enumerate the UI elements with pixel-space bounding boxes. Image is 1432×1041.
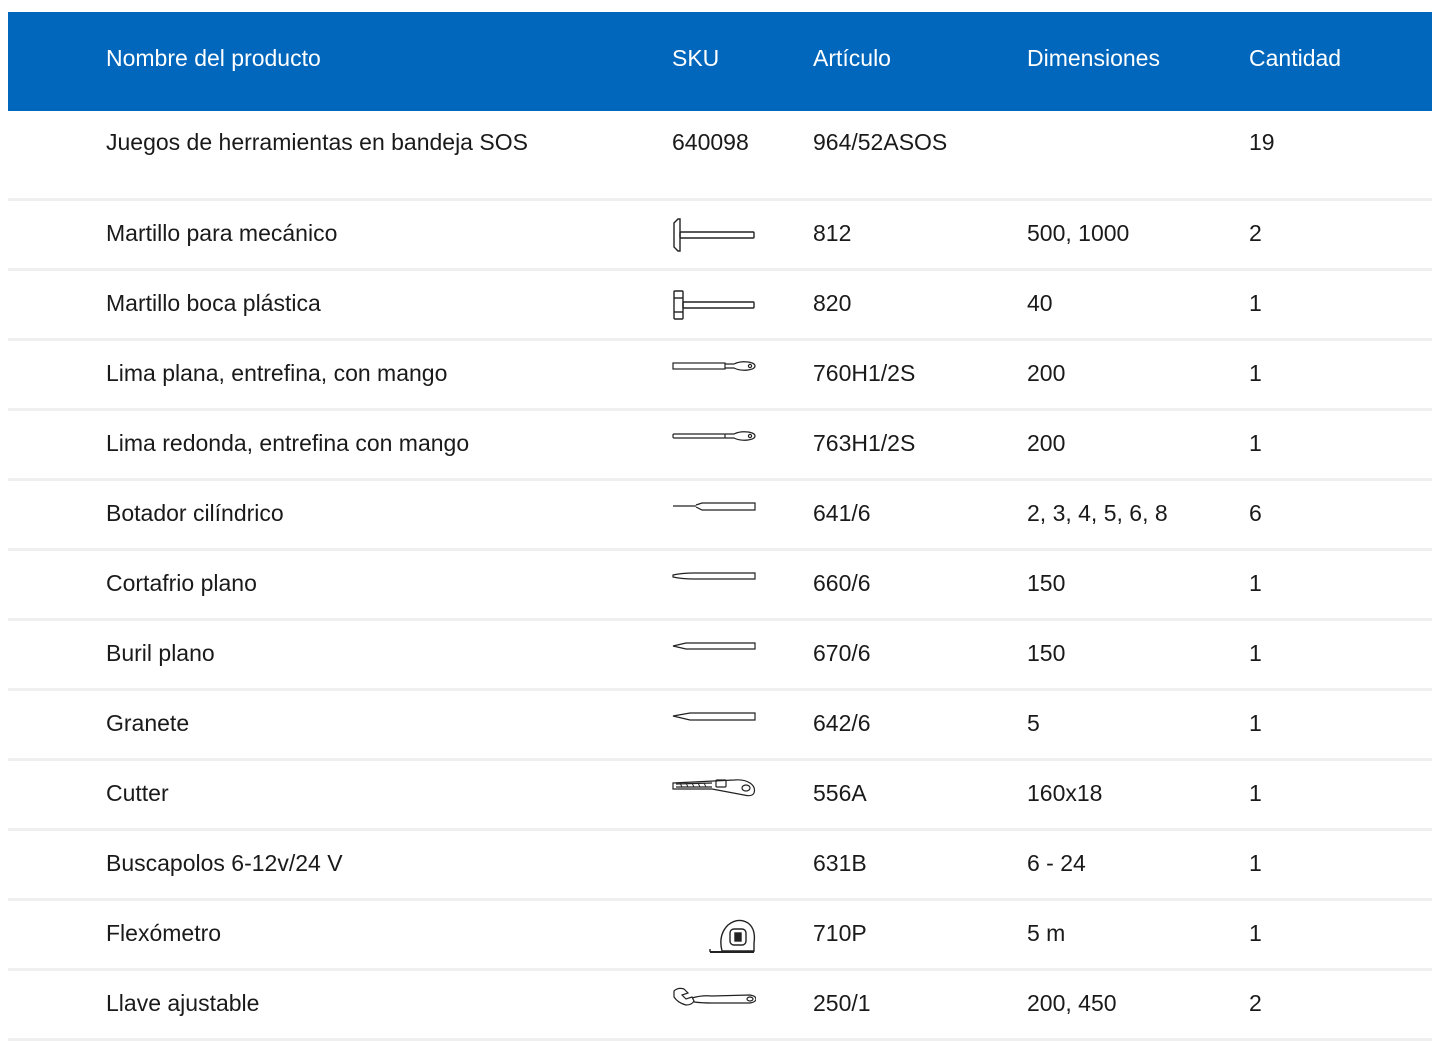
table-row: Martillo boca plástica 820 40 1	[8, 271, 1432, 341]
quantity-cell: 1	[1249, 430, 1262, 456]
pin-punch-icon	[672, 495, 756, 535]
article-cell: 760H1/2S	[813, 360, 916, 386]
adjustable-wrench-icon	[672, 985, 756, 1025]
sku-cell: 640098	[672, 129, 749, 155]
dimensions-cell: 160x18	[1027, 780, 1103, 806]
quantity-cell: 1	[1249, 570, 1262, 596]
header-product-name[interactable]: Nombre del producto	[106, 12, 321, 111]
table-row: Cutter 556A 160x18 1	[8, 761, 1432, 831]
dimensions-cell: 6 - 24	[1027, 850, 1086, 876]
product-name-cell: Martillo boca plástica	[106, 290, 321, 316]
product-name-cell: Botador cilíndrico	[106, 500, 284, 526]
header-quantity[interactable]: Cantidad	[1249, 12, 1341, 111]
product-name-cell: Cortafrio plano	[106, 570, 257, 596]
quantity-cell: 1	[1249, 360, 1262, 386]
table-row: Buscapolos 6-12v/24 V 631B 6 - 24 1	[8, 831, 1432, 901]
dimensions-cell: 40	[1027, 290, 1053, 316]
article-cell: 556A	[813, 780, 867, 806]
round-file-icon	[672, 425, 756, 465]
quantity-cell: 19	[1249, 129, 1275, 155]
table-row: Lima plana, entrefina, con mango 760H1/2S…	[8, 341, 1432, 411]
cutter-knife-icon	[672, 775, 756, 815]
table-row: Granete 642/6 5 1	[8, 691, 1432, 761]
dimensions-cell: 200	[1027, 430, 1066, 456]
dimensions-cell: 5	[1027, 710, 1040, 736]
product-name-cell: Flexómetro	[106, 920, 222, 946]
article-cell: 641/6	[813, 500, 871, 526]
dimensions-cell: 150	[1027, 570, 1066, 596]
plastic-mallet-icon	[672, 285, 756, 325]
table-row: Flexómetro 710P 5 m 1	[8, 901, 1432, 971]
product-table: Nombre del producto SKU Artículo Dimensi…	[8, 12, 1432, 1041]
article-cell: 660/6	[813, 570, 871, 596]
product-name-cell: Buril plano	[106, 640, 215, 666]
product-name-cell: Llave ajustable	[106, 990, 260, 1016]
product-name-cell: Granete	[106, 710, 190, 736]
table-header: Nombre del producto SKU Artículo Dimensi…	[8, 12, 1432, 111]
quantity-cell: 2	[1249, 220, 1262, 246]
dimensions-cell: 150	[1027, 640, 1066, 666]
product-name-cell: Buscapolos 6-12v/24 V	[106, 850, 343, 876]
quantity-cell: 2	[1249, 990, 1262, 1016]
product-name-cell: Juegos de herramientas en bandeja SOS	[106, 129, 528, 155]
cape-chisel-icon	[672, 635, 756, 675]
header-dimensions[interactable]: Dimensiones	[1027, 12, 1160, 111]
quantity-cell: 1	[1249, 640, 1262, 666]
dimensions-cell: 200, 450	[1027, 990, 1117, 1016]
table-row: Lima redonda, entrefina con mango 763H1/2…	[8, 411, 1432, 481]
article-cell: 820	[813, 290, 852, 316]
flat-file-icon	[672, 355, 756, 395]
article-cell: 710P	[813, 920, 867, 946]
article-cell: 642/6	[813, 710, 871, 736]
quantity-cell: 1	[1249, 920, 1262, 946]
table-body: Juegos de herramientas en bandeja SOS 640…	[8, 111, 1432, 1041]
flat-chisel-icon	[672, 565, 756, 605]
tape-measure-icon	[672, 915, 756, 955]
article-cell: 763H1/2S	[813, 430, 916, 456]
table-row: Buril plano 670/6 150 1	[8, 621, 1432, 691]
product-name-cell: Lima redonda, entrefina con mango	[106, 430, 470, 456]
article-cell: 670/6	[813, 640, 871, 666]
product-name-cell: Martillo para mecánico	[106, 220, 338, 246]
quantity-cell: 6	[1249, 500, 1262, 526]
dimensions-cell: 5 m	[1027, 920, 1066, 946]
table-row: Cortafrio plano 660/6 150 1	[8, 551, 1432, 621]
quantity-cell: 1	[1249, 850, 1262, 876]
product-name-cell: Lima plana, entrefina, con mango	[106, 360, 448, 386]
product-name-cell: Cutter	[106, 780, 169, 806]
quantity-cell: 1	[1249, 780, 1262, 806]
article-cell: 250/1	[813, 990, 871, 1016]
dimensions-cell: 200	[1027, 360, 1066, 386]
article-cell: 964/52ASOS	[813, 129, 948, 155]
article-cell: 631B	[813, 850, 867, 876]
dimensions-cell: 500, 1000	[1027, 220, 1130, 246]
quantity-cell: 1	[1249, 710, 1262, 736]
header-sku[interactable]: SKU	[672, 12, 719, 111]
header-article[interactable]: Artículo	[813, 12, 891, 111]
table-row: Martillo para mecánico 812 500, 1000 2	[8, 201, 1432, 271]
quantity-cell: 1	[1249, 290, 1262, 316]
table-row: Juegos de herramientas en bandeja SOS 640…	[8, 111, 1432, 201]
table-row: Botador cilíndrico 641/6 2, 3, 4, 5, 6, 8 6	[8, 481, 1432, 551]
machinist-hammer-icon	[672, 215, 756, 255]
dimensions-cell: 2, 3, 4, 5, 6, 8	[1027, 500, 1168, 526]
center-punch-icon	[672, 705, 756, 745]
article-cell: 812	[813, 220, 852, 246]
